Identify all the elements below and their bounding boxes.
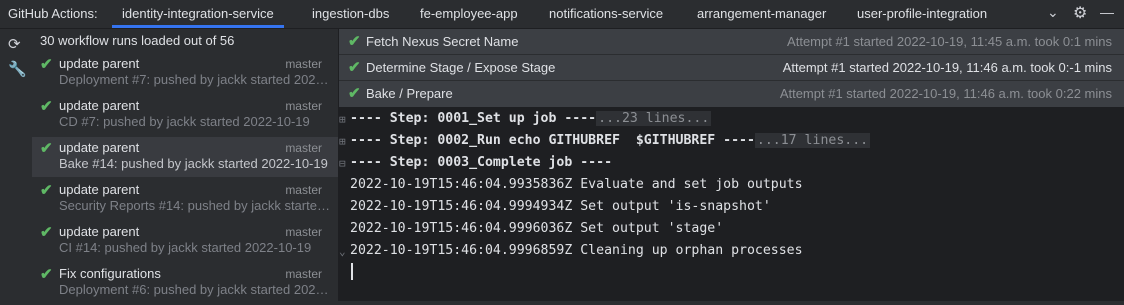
log-line: 2022-10-19T15:46:04.9935836Z Evaluate an… bbox=[350, 177, 803, 192]
gear-icon[interactable]: ⚙ bbox=[1073, 3, 1087, 23]
run-item[interactable]: ✔ update parent master Deployment #7: pu… bbox=[32, 55, 338, 95]
run-item[interactable]: ✔ update parent master CI #14: pushed by… bbox=[32, 223, 338, 263]
check-icon: ✔ bbox=[40, 224, 53, 241]
tab-ingestion-dbs[interactable]: ingestion-dbs bbox=[312, 6, 389, 21]
check-icon: ✔ bbox=[348, 33, 361, 50]
run-title: update parent bbox=[59, 224, 140, 239]
check-icon: ✔ bbox=[40, 182, 53, 199]
chevron-down-icon[interactable]: ⌄ bbox=[1047, 4, 1059, 21]
run-branch: master bbox=[285, 183, 322, 197]
wrench-icon[interactable]: 🔧 bbox=[8, 60, 27, 78]
run-branch: master bbox=[285, 141, 322, 155]
workflow-runs-list: 30 workflow runs loaded out of 56 ✔ upda… bbox=[32, 29, 338, 301]
log-line: 2022-10-19T15:46:04.9996036Z Set output … bbox=[350, 221, 724, 236]
log-line: ---- Step: 0001_Set up job ---- ...23 lin… bbox=[350, 111, 712, 126]
step-item[interactable]: ✔ Fetch Nexus Secret Name Attempt #1 sta… bbox=[339, 29, 1124, 55]
step-item[interactable]: ✔ Bake / Prepare Attempt #1 started 2022… bbox=[339, 80, 1124, 107]
run-description: Deployment #7: pushed by jackk started 2… bbox=[59, 72, 331, 87]
fold-collapse-icon[interactable]: ⊟ bbox=[339, 157, 346, 170]
log-line-text: ---- Step: 0002_Run echo GITHUBREF $GITH… bbox=[350, 133, 755, 148]
refresh-icon[interactable]: ⟳ bbox=[8, 35, 21, 53]
step-attempt-info: Attempt #1 started 2022-10-19, 11:45 a.m… bbox=[787, 34, 1112, 49]
text-cursor bbox=[351, 263, 353, 280]
run-item[interactable]: ✔ update parent master CD #7: pushed by … bbox=[32, 97, 338, 137]
run-branch: master bbox=[285, 225, 322, 239]
check-icon: ✔ bbox=[348, 85, 361, 102]
run-title: update parent bbox=[59, 140, 140, 155]
tab-arrangement-manager[interactable]: arrangement-manager bbox=[697, 6, 826, 21]
collapsed-lines-marker[interactable]: ...23 lines... bbox=[596, 111, 712, 126]
fold-expand-icon[interactable]: ⊞ bbox=[339, 113, 346, 126]
tool-window-tabbar: GitHub Actions: identity-integration-ser… bbox=[0, 0, 1124, 29]
step-name: Bake / Prepare bbox=[366, 86, 453, 101]
check-icon: ✔ bbox=[40, 98, 53, 115]
run-description: CI #14: pushed by jackk started 2022-10-… bbox=[59, 240, 312, 255]
run-branch: master bbox=[285, 57, 322, 71]
run-title: update parent bbox=[59, 56, 140, 71]
run-title: update parent bbox=[59, 98, 140, 113]
fold-expand-icon[interactable]: ⊞ bbox=[339, 135, 346, 148]
fold-end-icon[interactable]: ⌄ bbox=[339, 245, 346, 258]
log-line-text: ---- Step: 0001_Set up job ---- bbox=[350, 111, 597, 126]
tool-window-title: GitHub Actions: bbox=[8, 6, 98, 21]
step-attempt-info: Attempt #1 started 2022-10-19, 11:46 a.m… bbox=[779, 86, 1112, 101]
collapsed-lines-marker[interactable]: ...17 lines... bbox=[754, 133, 871, 148]
side-toolbar: ⟳ 🔧 bbox=[0, 29, 32, 301]
run-item-selected[interactable]: ✔ update parent master Bake #14: pushed … bbox=[32, 137, 338, 177]
run-item[interactable]: ✔ update parent master Security Reports … bbox=[32, 181, 338, 221]
log-line: 2022-10-19T15:46:04.9996859Z Cleaning up… bbox=[350, 243, 803, 258]
check-icon: ✔ bbox=[40, 266, 53, 283]
log-line: ---- Step: 0003_Complete job ---- bbox=[350, 155, 613, 170]
minimize-icon[interactable]: — bbox=[1100, 4, 1114, 20]
check-icon: ✔ bbox=[348, 59, 361, 76]
step-name: Fetch Nexus Secret Name bbox=[366, 34, 519, 49]
run-title: Fix configurations bbox=[59, 266, 161, 281]
step-name: Determine Stage / Expose Stage bbox=[366, 60, 556, 75]
log-console[interactable]: ⊞ ---- Step: 0001_Set up job ---- ...23 l… bbox=[339, 107, 1124, 301]
tab-fe-employee-app[interactable]: fe-employee-app bbox=[420, 6, 518, 21]
runs-count-label: 30 workflow runs loaded out of 56 bbox=[40, 33, 235, 48]
tab-user-profile-integration[interactable]: user-profile-integration bbox=[857, 6, 987, 21]
tab-notifications-service[interactable]: notifications-service bbox=[549, 6, 663, 21]
job-steps-list: ✔ Fetch Nexus Secret Name Attempt #1 sta… bbox=[339, 29, 1124, 107]
step-item-selected[interactable]: ✔ Determine Stage / Expose Stage Attempt… bbox=[339, 54, 1124, 81]
run-item[interactable]: ✔ Fix configurations master Deployment #… bbox=[32, 265, 338, 305]
run-title: update parent bbox=[59, 182, 140, 197]
run-description: Bake #14: pushed by jackk started 2022-1… bbox=[59, 156, 328, 171]
run-branch: master bbox=[285, 267, 322, 281]
log-line: 2022-10-19T15:46:04.9994934Z Set output … bbox=[350, 199, 771, 214]
log-line: ---- Step: 0002_Run echo GITHUBREF $GITH… bbox=[350, 133, 871, 148]
run-branch: master bbox=[285, 99, 322, 113]
run-description: Deployment #6: pushed by jackk started 2… bbox=[59, 282, 331, 297]
check-icon: ✔ bbox=[40, 56, 53, 73]
run-description: Security Reports #14: pushed by jackk st… bbox=[59, 198, 331, 213]
check-icon: ✔ bbox=[40, 140, 53, 157]
tab-identity-integration-service[interactable]: identity-integration-service bbox=[112, 6, 284, 28]
step-attempt-info: Attempt #1 started 2022-10-19, 11:46 a.m… bbox=[782, 60, 1112, 75]
run-description: CD #7: pushed by jackk started 2022-10-1… bbox=[59, 114, 310, 129]
